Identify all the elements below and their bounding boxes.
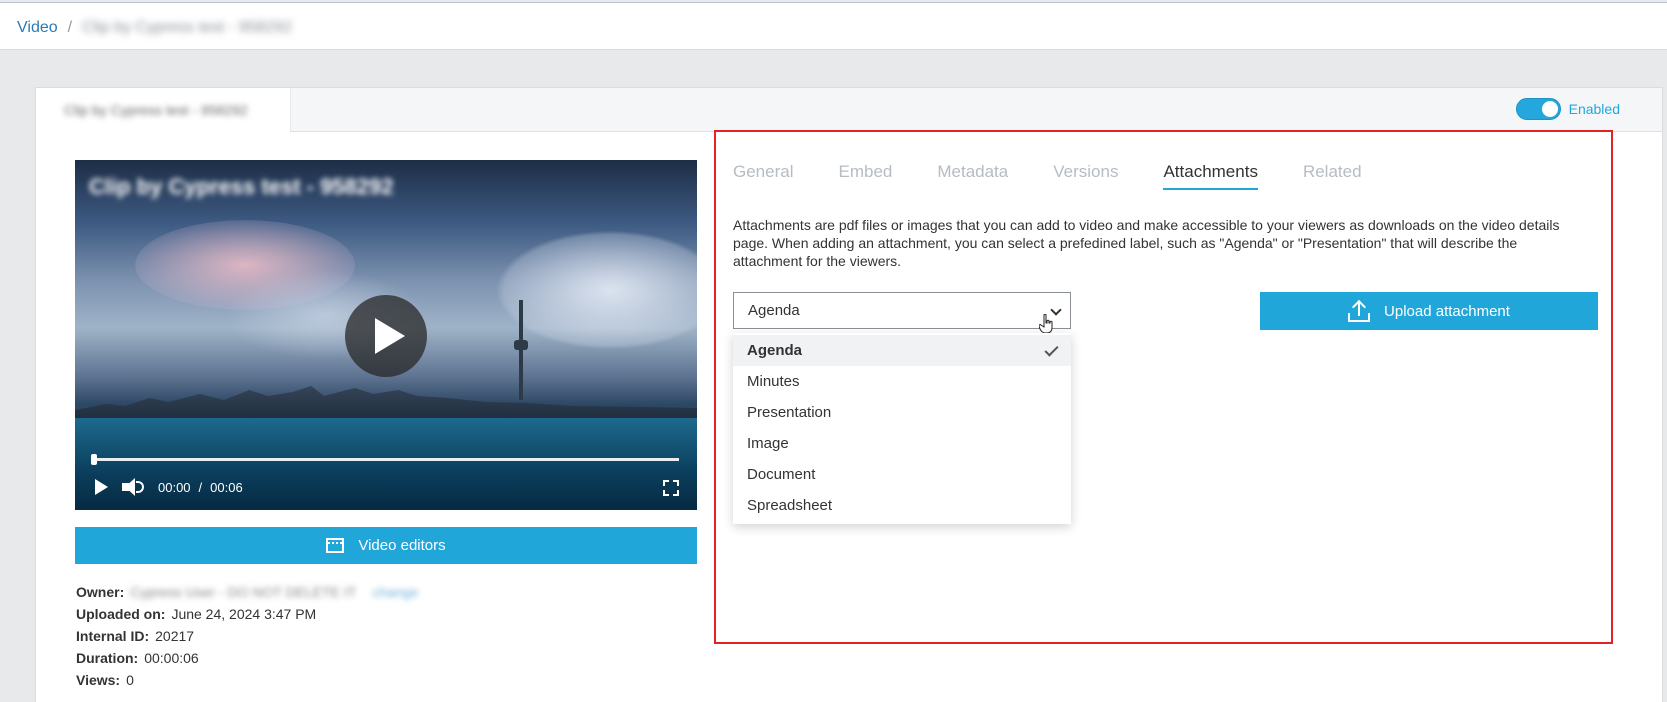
upload-icon <box>1348 299 1371 322</box>
tab-attachments[interactable]: Attachments <box>1163 162 1258 190</box>
play-icon <box>375 318 405 354</box>
option-label: Document <box>747 466 816 483</box>
play-icon[interactable] <box>95 479 108 495</box>
current-time: 00:00 <box>158 479 191 495</box>
meta-owner-row: Owner: Cypress User - DO NOT DELETE IT c… <box>76 581 418 603</box>
tab-versions[interactable]: Versions <box>1053 162 1118 190</box>
video-frame-tower <box>514 300 528 400</box>
progress-thumb[interactable] <box>91 454 97 465</box>
breadcrumb-video-link[interactable]: Video <box>17 19 58 37</box>
time-separator: / <box>198 479 203 495</box>
meta-duration-row: Duration: 00:00:06 <box>76 647 418 669</box>
dropdown-option-spreadsheet[interactable]: Spreadsheet <box>733 490 1071 521</box>
card-header-tab: Clip by Cypress test - 958292 <box>36 88 291 133</box>
breadcrumb-current: Clip by Cypress test - 958292 <box>82 19 292 36</box>
option-label: Agenda <box>747 342 803 359</box>
duration-value: 00:00:06 <box>144 650 199 666</box>
video-editors-button[interactable]: Video editors <box>75 527 697 564</box>
duration-label: Duration: <box>76 650 139 666</box>
internal-id-label: Internal ID: <box>76 628 150 644</box>
video-editors-label: Video editors <box>358 537 446 554</box>
video-frame-sea <box>75 418 697 510</box>
dropdown-option-agenda[interactable]: Agenda <box>733 335 1071 366</box>
card-header: Clip by Cypress test - 958292 Enabled <box>36 88 1662 133</box>
fullscreen-icon[interactable] <box>663 480 679 496</box>
video-frame-cloud <box>495 230 697 350</box>
dropdown-option-image[interactable]: Image <box>733 428 1071 459</box>
enabled-label: Enabled <box>1568 101 1620 117</box>
upload-attachment-button[interactable]: Upload attachment <box>1260 292 1598 330</box>
enabled-toggle-wrap: Enabled <box>1515 98 1620 120</box>
option-label: Image <box>747 435 789 452</box>
video-controls: 00:00 / 00:06 <box>95 478 243 496</box>
dropdown-option-document[interactable]: Document <box>733 459 1071 490</box>
video-player[interactable]: Clip by Cypress test - 958292 00:00 / 00… <box>75 160 697 510</box>
video-progress-bar[interactable] <box>91 454 679 465</box>
uploaded-value: June 24, 2024 3:47 PM <box>171 606 317 622</box>
big-play-button[interactable] <box>345 295 427 377</box>
total-duration: 00:06 <box>210 479 243 495</box>
views-label: Views: <box>76 672 121 688</box>
dropdown-option-minutes[interactable]: Minutes <box>733 366 1071 397</box>
uploaded-label: Uploaded on: <box>76 606 166 622</box>
option-label: Minutes <box>747 373 800 390</box>
option-label: Presentation <box>747 404 832 421</box>
card-title: Clip by Cypress test - 958292 <box>64 102 248 118</box>
top-bar: Video / Clip by Cypress test - 958292 <box>0 2 1667 50</box>
video-frame-skyline <box>75 386 697 418</box>
views-value: 0 <box>126 672 134 688</box>
meta-views-row: Views: 0 <box>76 669 418 691</box>
check-icon <box>1044 342 1059 357</box>
video-title-overlay: Clip by Cypress test - 958292 <box>89 174 394 199</box>
tab-embed[interactable]: Embed <box>838 162 892 190</box>
internal-id-value: 20217 <box>155 628 195 644</box>
owner-value: Cypress User - DO NOT DELETE IT <box>130 584 357 600</box>
breadcrumb-separator: / <box>67 19 73 36</box>
video-metadata: Owner: Cypress User - DO NOT DELETE IT c… <box>76 581 418 691</box>
select-value: Agenda <box>748 302 800 319</box>
attachment-label-select[interactable]: Agenda <box>733 292 1071 329</box>
tab-metadata[interactable]: Metadata <box>937 162 1008 190</box>
tab-general[interactable]: General <box>733 162 793 190</box>
breadcrumb: Video / Clip by Cypress test - 958292 <box>17 19 292 37</box>
volume-icon[interactable] <box>122 478 144 496</box>
meta-uploaded-row: Uploaded on: June 24, 2024 3:47 PM <box>76 603 418 625</box>
hand-cursor-icon <box>1039 314 1053 334</box>
owner-label: Owner: <box>76 584 125 600</box>
tab-related[interactable]: Related <box>1303 162 1362 190</box>
enabled-toggle[interactable] <box>1515 98 1561 120</box>
attachments-panel: General Embed Metadata Versions Attachme… <box>714 130 1613 644</box>
time-display: 00:00 / 00:06 <box>158 480 243 495</box>
attachment-label-dropdown: Agenda Minutes Presentation Image Docume… <box>733 333 1071 524</box>
upload-attachment-label: Upload attachment <box>1384 302 1510 320</box>
attachments-description: Attachments are pdf files or images that… <box>733 217 1560 269</box>
owner-change-link[interactable]: change <box>372 581 418 603</box>
detail-tabs: General Embed Metadata Versions Attachme… <box>733 162 1362 190</box>
meta-internal-id-row: Internal ID: 20217 <box>76 625 418 647</box>
film-icon <box>326 538 345 553</box>
toggle-knob <box>1541 101 1558 117</box>
option-label: Spreadsheet <box>747 497 833 514</box>
dropdown-option-presentation[interactable]: Presentation <box>733 397 1071 428</box>
